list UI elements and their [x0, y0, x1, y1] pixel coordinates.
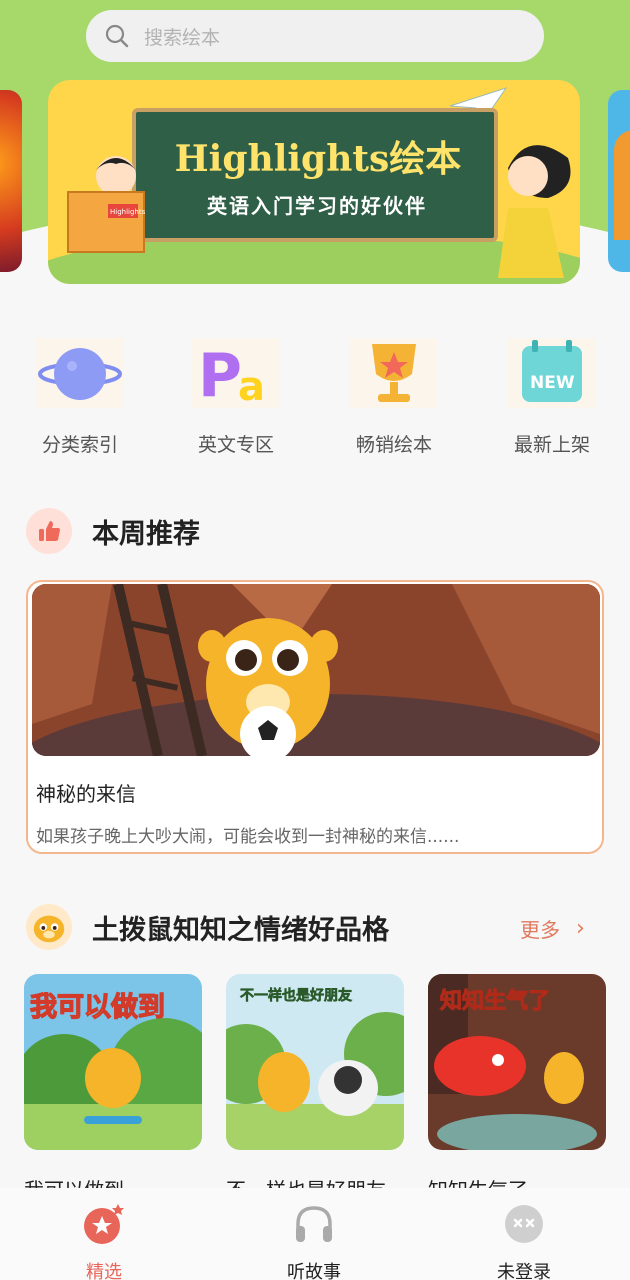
tab-stories[interactable]: 听故事: [244, 1188, 384, 1280]
book-title: 我可以做到: [24, 1174, 202, 1188]
tab-label: 未登录: [497, 1262, 551, 1280]
user-avatar-icon: [502, 1202, 546, 1246]
letters-icon: P a: [192, 338, 280, 411]
category-label: 英文专区: [197, 434, 274, 456]
groundhog-avatar-icon: [26, 904, 72, 950]
svg-text:不一样也是好朋友: 不一样也是好朋友: [240, 987, 352, 1004]
svg-text:NEW: NEW: [530, 373, 575, 393]
category-item-bestseller[interactable]: 畅销绘本: [334, 338, 454, 457]
category-label: 最新上架: [513, 434, 590, 456]
boy-reading-illustration: Highlights: [67, 156, 146, 253]
search-icon: [105, 24, 129, 48]
planet-icon: [36, 338, 124, 408]
category-label: 畅销绘本: [355, 434, 432, 456]
tab-featured[interactable]: 精选: [34, 1188, 174, 1280]
banner-subtitle: 英语入门学习的好伙伴: [207, 194, 427, 218]
category-item-new[interactable]: NEW 最新上架: [492, 338, 612, 457]
svg-text:a: a: [238, 364, 265, 408]
carousel-prev-banner[interactable]: [0, 90, 22, 272]
series-section-header: 土拨鼠知知之情绪好品格: [26, 904, 389, 950]
book-description: 如果孩子晚上大吵大闹，可能会收到一封神秘的来信......: [36, 827, 460, 847]
weekly-book-card[interactable]: 神秘的来信 如果孩子晚上大吵大闹，可能会收到一封神秘的来信......: [26, 580, 604, 854]
book-cover-image: 不一样也是好朋友: [226, 974, 404, 1150]
section-title: 土拨鼠知知之情绪好品格: [92, 914, 389, 946]
book-cover-image: 知知生气了: [428, 974, 606, 1150]
book-title: 知知生气了: [428, 1174, 606, 1188]
headphones-icon: [292, 1202, 336, 1246]
tab-label: 听故事: [287, 1262, 341, 1280]
thumbs-up-icon: [26, 508, 72, 554]
search-bar[interactable]: 搜索绘本: [86, 10, 544, 62]
category-item-english[interactable]: P a 英文专区: [176, 338, 296, 457]
series-book-card[interactable]: 不一样也是好朋友 不一样也是好朋友: [226, 974, 404, 1188]
book-title: 不一样也是好朋友: [226, 1174, 404, 1188]
tab-label: 精选: [86, 1262, 122, 1280]
star-icon: [82, 1202, 126, 1246]
section-title: 本周推荐: [92, 518, 200, 550]
book-title: 神秘的来信: [36, 782, 136, 806]
svg-text:知知生气了: 知知生气了: [440, 988, 550, 1014]
series-book-card[interactable]: 知知生气了 知知生气了: [428, 974, 606, 1188]
series-book-card[interactable]: 我可以做到 我可以做到: [24, 974, 202, 1188]
svg-text:Highlights: Highlights: [110, 208, 146, 216]
new-calendar-icon: NEW: [508, 338, 596, 408]
book-cover-image: [32, 584, 600, 756]
banner-title: Highlights绘本: [174, 138, 462, 180]
svg-text:P: P: [198, 341, 242, 408]
chevron-right-icon: ›: [576, 916, 585, 941]
promo-banner[interactable]: Highlights绘本 英语入门学习的好伙伴 Highlights: [48, 80, 580, 284]
carousel-next-banner[interactable]: [608, 90, 630, 272]
search-placeholder: 搜索绘本: [144, 26, 221, 49]
weekly-section-header: 本周推荐: [26, 508, 200, 554]
category-item-classify[interactable]: 分类索引: [20, 338, 140, 457]
more-link[interactable]: 更多 ›: [520, 914, 585, 943]
bottom-tab-bar: 精选 听故事 未登录: [0, 1188, 630, 1280]
category-label: 分类索引: [41, 434, 118, 456]
girl-illustration: [498, 145, 571, 278]
trophy-icon: [350, 338, 438, 408]
book-cover-image: 我可以做到: [24, 974, 202, 1150]
tab-profile[interactable]: 未登录: [454, 1188, 594, 1280]
more-label: 更多: [520, 918, 560, 942]
svg-text:我可以做到: 我可以做到: [30, 992, 165, 1023]
category-grid: 分类索引 P a 英文专区 畅销绘本 NEW 最新上架: [0, 338, 630, 468]
